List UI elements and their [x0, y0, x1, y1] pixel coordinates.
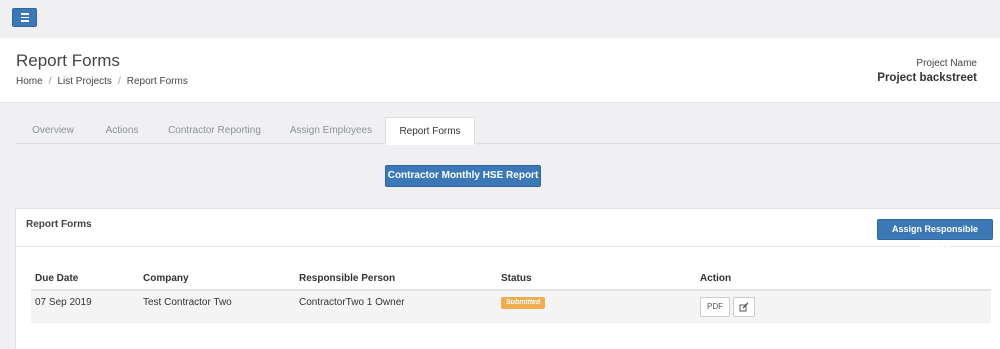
column-header-status: Status — [501, 273, 532, 284]
column-header-responsible-person: Responsible Person — [299, 273, 396, 284]
top-bar — [0, 0, 1000, 38]
assign-responsible-person-button[interactable]: Assign Responsible Person — [877, 219, 993, 253]
project-name-value: Project backstreet — [877, 72, 977, 84]
report-forms-table: Due Date Company Responsible Person Stat… — [31, 267, 991, 323]
report-forms-panel: Report Forms Assign Responsible Person D… — [15, 208, 1000, 349]
cell-responsible-person: ContractorTwo 1 Owner — [299, 297, 405, 308]
tab-assign-employees[interactable]: Assign Employees — [276, 117, 386, 144]
contractor-monthly-hse-report-button[interactable]: Contractor Monthly HSE Report — [385, 165, 541, 187]
breadcrumb-separator: / — [117, 76, 121, 87]
cell-company: Test Contractor Two — [143, 297, 232, 308]
status-badge: Submitted — [501, 297, 546, 309]
column-header-action: Action — [700, 273, 732, 284]
tab-actions[interactable]: Actions — [91, 117, 153, 144]
cell-due-date: 07 Sep 2019 — [35, 297, 92, 308]
page-title: Report Forms — [16, 51, 120, 70]
hamburger-menu-icon[interactable] — [12, 8, 37, 27]
column-header-due-date: Due Date — [35, 273, 79, 284]
panel-header: Report Forms Assign Responsible Person — [16, 209, 1000, 253]
column-header-company: Company — [143, 273, 189, 284]
edit-button[interactable] — [733, 297, 755, 317]
table-row: 07 Sep 2019 Test Contractor Two Contract… — [31, 291, 991, 323]
table-header: Due Date Company Responsible Person Stat… — [31, 267, 991, 291]
breadcrumb: Home / List Projects / Report Forms — [16, 76, 188, 87]
panel-title: Report Forms — [26, 219, 92, 230]
tab-report-forms[interactable]: Report Forms — [385, 117, 475, 145]
breadcrumb-current: Report Forms — [126, 76, 188, 87]
tab-bar: Overview Actions Contractor Reporting As… — [15, 117, 1000, 145]
breadcrumb-list-projects[interactable]: List Projects — [57, 76, 111, 87]
breadcrumb-home[interactable]: Home — [16, 76, 43, 87]
breadcrumb-separator: / — [48, 76, 52, 87]
tab-overview[interactable]: Overview — [15, 117, 91, 144]
project-name-label: Project Name — [916, 58, 977, 69]
tab-contractor-reporting[interactable]: Contractor Reporting — [153, 117, 276, 144]
page-header: Report Forms Home / List Projects / Repo… — [0, 38, 1000, 103]
pdf-button[interactable]: PDF — [700, 297, 730, 317]
edit-icon — [739, 302, 749, 312]
